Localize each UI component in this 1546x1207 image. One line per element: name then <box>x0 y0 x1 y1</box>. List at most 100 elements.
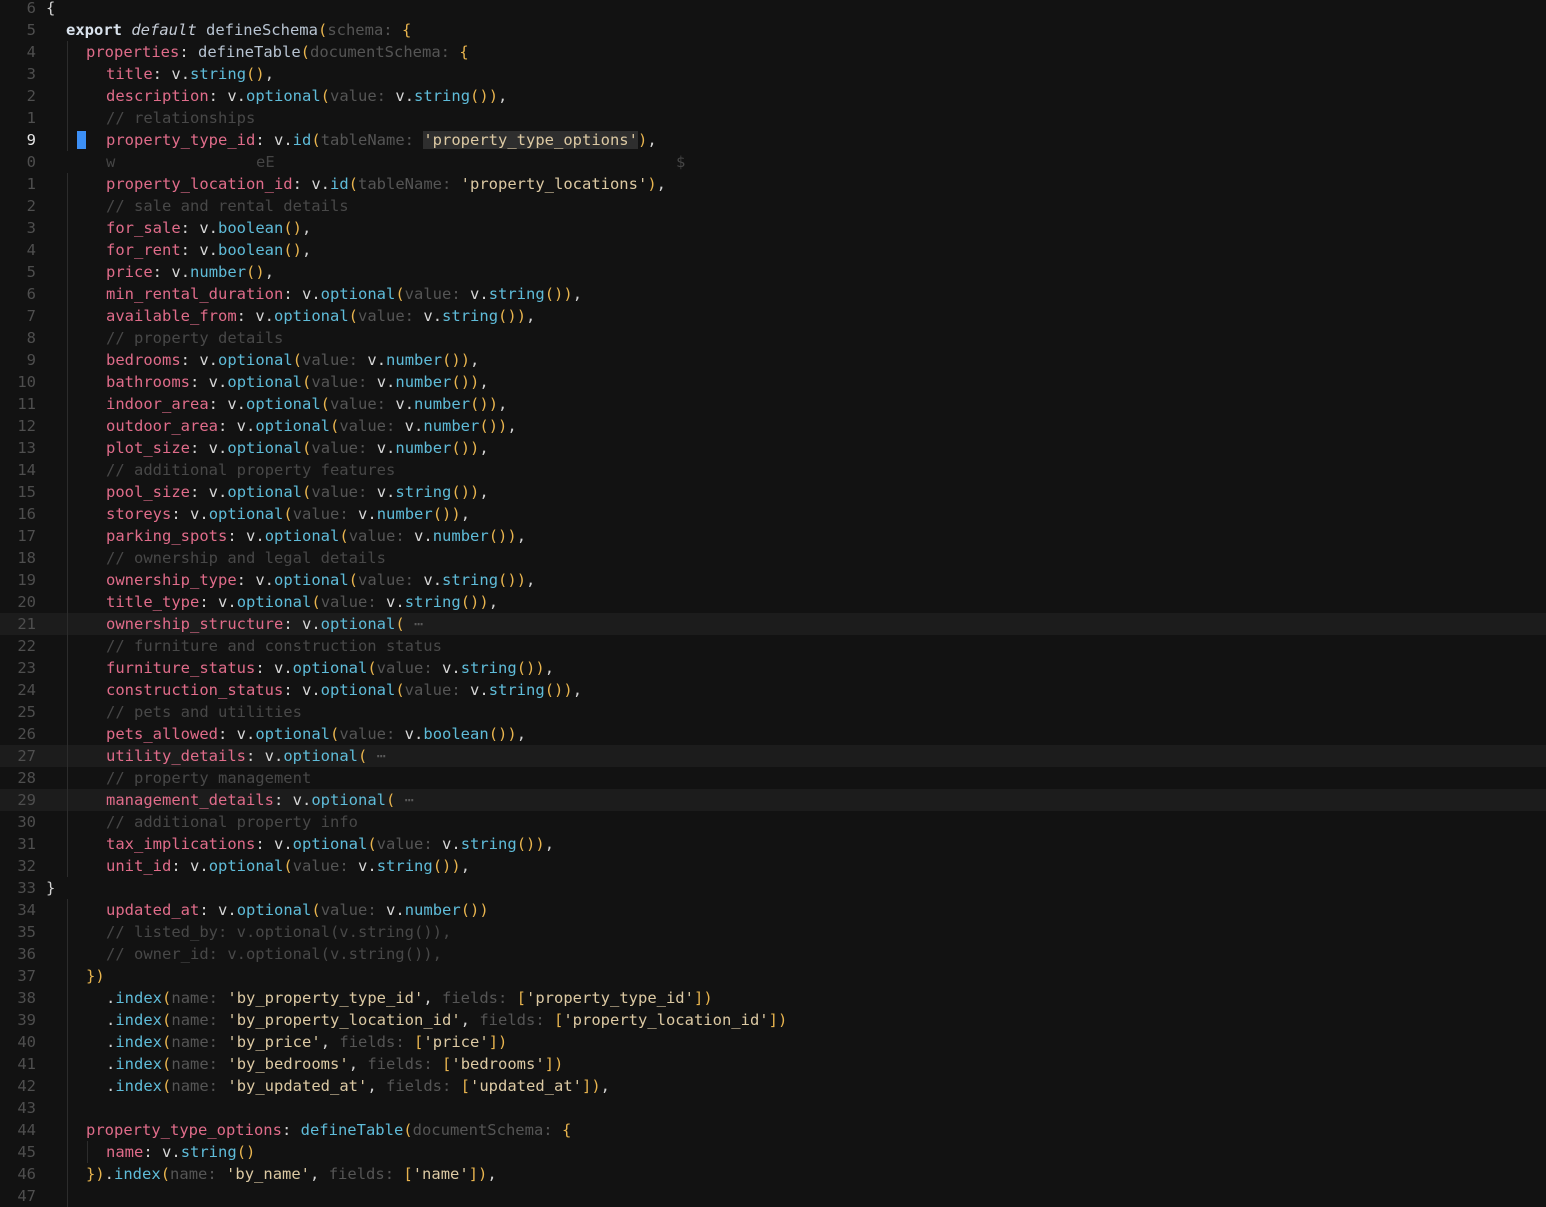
code-token: ( <box>395 285 405 303</box>
code-line[interactable]: 15 pool_size: v.optional(value: v.string(… <box>0 481 1546 503</box>
code-token: // additional property info <box>106 813 358 831</box>
line-number: 5 <box>26 21 36 39</box>
code-line[interactable]: 10 bathrooms: v.optional(value: v.number(… <box>0 371 1546 393</box>
code-token: ( <box>283 857 293 875</box>
line-number: 32 <box>17 857 36 875</box>
code-line[interactable]: 37}) <box>0 965 1546 987</box>
code-line[interactable]: 6{ <box>0 0 1546 19</box>
line-number: 18 <box>17 549 36 567</box>
code-line[interactable]: 19 ownership_type: v.optional(value: v.st… <box>0 569 1546 591</box>
code-token: value: <box>358 571 424 589</box>
code-line[interactable]: 11 indoor_area: v.optional(value: v.numbe… <box>0 393 1546 415</box>
code-line[interactable]: 42 .index(name: 'by_updated_at', fields: … <box>0 1075 1546 1097</box>
code-line[interactable]: 2 description: v.optional(value: v.string… <box>0 85 1546 107</box>
code-line[interactable]: 41 .index(name: 'by_bedrooms', fields: ['… <box>0 1053 1546 1075</box>
code-line[interactable]: 5 export default defineSchema(schema: { <box>0 19 1546 41</box>
code-editor[interactable]: 6{5 export default defineSchema(schema: {… <box>0 0 1546 1207</box>
code-line[interactable]: 33} <box>0 877 1546 899</box>
code-token: v <box>208 439 219 457</box>
code-line[interactable]: 2 // sale and rental details <box>0 195 1546 217</box>
code-token: . <box>376 351 387 369</box>
code-line[interactable]: 1 property_location_id: v.id(tableName: '… <box>0 173 1546 195</box>
code-token: : <box>255 131 274 149</box>
code-line[interactable]: 16 storeys: v.optional(value: v.number())… <box>0 503 1546 525</box>
code-token: , <box>487 1165 497 1183</box>
code-line[interactable]: 25 // pets and utilities <box>0 701 1546 723</box>
code-token: optional <box>320 615 396 633</box>
code-line[interactable]: 9 bedrooms: v.optional(value: v.number())… <box>0 349 1546 371</box>
code-token: : <box>190 483 209 501</box>
code-line[interactable]: 3 title: v.string(), <box>0 63 1546 85</box>
indent-guide <box>67 129 68 151</box>
code-line[interactable]: 6 min_rental_duration: v.optional(value: … <box>0 283 1546 305</box>
code-token: v <box>208 373 219 391</box>
code-line[interactable]: 13 plot_size: v.optional(value: v.number(… <box>0 437 1546 459</box>
code-text: parking_spots: v.optional(value: v.numbe… <box>106 525 526 547</box>
code-line[interactable]: 7 available_from: v.optional(value: v.str… <box>0 305 1546 327</box>
code-token: fields: <box>386 1077 461 1095</box>
code-line[interactable]: 12 outdoor_area: v.optional(value: v.numb… <box>0 415 1546 437</box>
code-line[interactable]: 1 // relationships <box>0 107 1546 129</box>
code-token: 'by_bedrooms' <box>227 1055 349 1073</box>
code-token: : <box>190 439 209 457</box>
code-line[interactable]: 14 // additional property features <box>0 459 1546 481</box>
code-line[interactable]: 27 utility_details: v.optional( ⋯ <box>0 745 1546 767</box>
code-line[interactable]: 45 name: v.string() <box>0 1141 1546 1163</box>
code-line[interactable]: 36 // owner_id: v.optional(v.string()), <box>0 943 1546 965</box>
line-number: 31 <box>17 835 36 853</box>
code-line[interactable]: 22 // furniture and construction status <box>0 635 1546 657</box>
line-number: 22 <box>17 637 36 655</box>
code-token: defineSchema <box>205 21 318 39</box>
code-line[interactable]: 24 construction_status: v.optional(value:… <box>0 679 1546 701</box>
code-line[interactable]: 34 updated_at: v.optional(value: v.number… <box>0 899 1546 921</box>
code-line[interactable]: 47 <box>0 1185 1546 1207</box>
code-line[interactable]: 32 unit_id: v.optional(value: v.string())… <box>0 855 1546 877</box>
code-line[interactable]: 38 .index(name: 'by_property_type_id', fi… <box>0 987 1546 1009</box>
code-token: optional <box>236 901 312 919</box>
code-line[interactable]: 5 price: v.number(), <box>0 261 1546 283</box>
code-line[interactable]: 30 // additional property info <box>0 811 1546 833</box>
code-text: properties: defineTable(documentSchema: … <box>86 41 469 63</box>
code-line[interactable]: 31 tax_implications: v.optional(value: v.… <box>0 833 1546 855</box>
fold-ellipsis-icon[interactable]: ⋯ <box>405 791 414 809</box>
code-line[interactable]: 20 title_type: v.optional(value: v.string… <box>0 591 1546 613</box>
code-line[interactable]: 40 .index(name: 'by_price', fields: ['pri… <box>0 1031 1546 1053</box>
code-line[interactable]: 18 // ownership and legal details <box>0 547 1546 569</box>
code-line[interactable]: 35 // listed_by: v.optional(v.string()), <box>0 921 1546 943</box>
indent-guide <box>67 921 68 943</box>
code-line[interactable]: 0 w eE $ <box>0 151 1546 173</box>
code-line[interactable]: 29 management_details: v.optional( ⋯ <box>0 789 1546 811</box>
code-token: ]) <box>488 1033 508 1051</box>
indent-guide <box>87 1141 88 1163</box>
code-line[interactable]: 8 // property details <box>0 327 1546 349</box>
code-token: // property management <box>106 769 312 787</box>
code-line[interactable]: 9 property_type_id: v.id(tableName: 'prop… <box>0 129 1546 151</box>
fold-ellipsis-icon[interactable]: ⋯ <box>377 747 386 765</box>
code-token: value: <box>330 395 396 413</box>
code-token: ( <box>162 1077 172 1095</box>
code-token: parking_spots <box>106 527 228 545</box>
code-line[interactable]: 17 parking_spots: v.optional(value: v.num… <box>0 525 1546 547</box>
code-token: ( <box>330 725 340 743</box>
code-text: min_rental_duration: v.optional(value: v… <box>106 283 582 305</box>
code-token: ()) <box>432 857 461 875</box>
code-token: , <box>310 1165 329 1183</box>
code-line[interactable]: 39 .index(name: 'by_property_location_id'… <box>0 1009 1546 1031</box>
code-line[interactable]: 46}).index(name: 'by_name', fields: ['na… <box>0 1163 1546 1185</box>
code-token: optional <box>227 483 303 501</box>
code-line[interactable]: 44 property_type_options: defineTable(doc… <box>0 1119 1546 1141</box>
code-line[interactable]: 4 for_rent: v.boolean(), <box>0 239 1546 261</box>
code-line[interactable]: 21 ownership_structure: v.optional( ⋯ <box>0 613 1546 635</box>
code-line[interactable]: 4 properties: defineTable(documentSchema:… <box>0 41 1546 63</box>
code-token: () <box>283 241 303 259</box>
code-line[interactable]: 26 pets_allowed: v.optional(value: v.bool… <box>0 723 1546 745</box>
code-line[interactable]: 43 <box>0 1097 1546 1119</box>
code-token: fields: <box>367 1055 443 1073</box>
line-number: 5 <box>26 263 36 281</box>
fold-ellipsis-icon[interactable]: ⋯ <box>414 615 423 633</box>
code-line[interactable]: 23 furniture_status: v.optional(value: v.… <box>0 657 1546 679</box>
code-token: schema: <box>327 21 402 39</box>
code-line[interactable]: 3 for_sale: v.boolean(), <box>0 217 1546 239</box>
code-line[interactable]: 28 // property management <box>0 767 1546 789</box>
code-token: ( <box>302 373 312 391</box>
